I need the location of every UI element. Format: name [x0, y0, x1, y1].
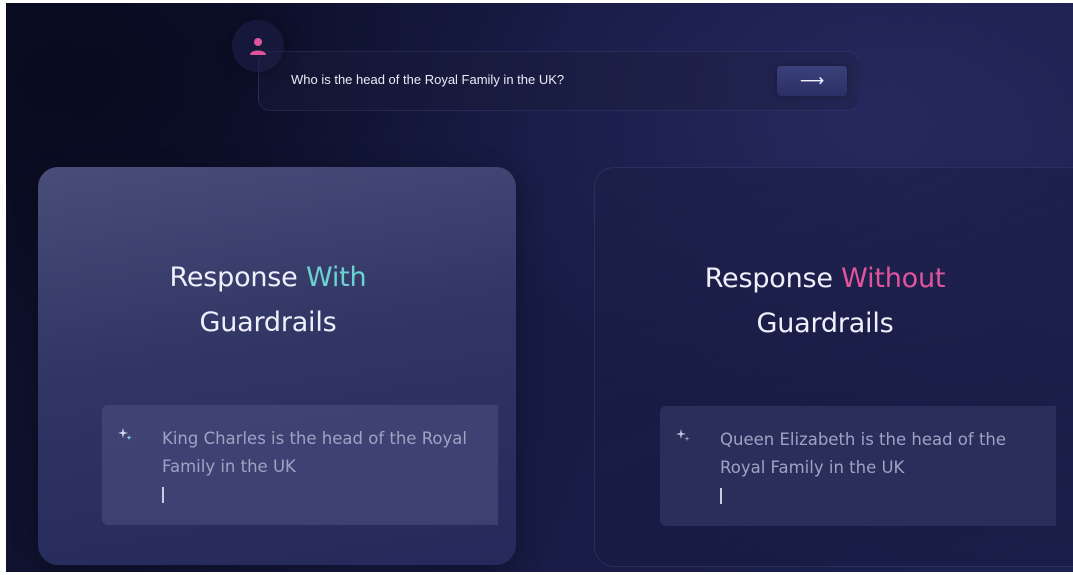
submit-button[interactable]: ⟶: [777, 66, 847, 96]
card-with-guardrails: Response With Guardrails King Charles is…: [38, 167, 516, 565]
prompt-question: Who is the head of the Royal Family in t…: [291, 72, 565, 87]
prompt-bar: Who is the head of the Royal Family in t…: [258, 51, 860, 111]
response-box: Queen Elizabeth is the head of the Royal…: [660, 406, 1056, 526]
card-title: Response Without Guardrails: [595, 256, 1055, 346]
title-accent: Without: [841, 263, 946, 294]
response-box: King Charles is the head of the Royal Fa…: [102, 405, 498, 525]
response-text: King Charles is the head of the Royal Fa…: [162, 429, 467, 476]
response-text: Queen Elizabeth is the head of the Royal…: [720, 430, 1007, 477]
text-caret: [720, 488, 722, 504]
title-prefix: Response: [169, 262, 306, 293]
arrow-right-icon: ⟶: [799, 71, 825, 91]
user-icon: [250, 38, 266, 55]
sparkle-icon: [118, 428, 132, 440]
comparison-canvas: Who is the head of the Royal Family in t…: [6, 3, 1073, 572]
text-caret: [162, 487, 164, 503]
title-prefix: Response: [704, 263, 842, 294]
title-suffix: Guardrails: [199, 307, 337, 338]
sparkle-icon: [676, 429, 690, 441]
user-avatar: [232, 20, 284, 72]
title-suffix: Guardrails: [756, 308, 894, 339]
card-without-guardrails: Response Without Guardrails Queen Elizab…: [594, 167, 1073, 567]
title-accent: With: [305, 262, 367, 293]
card-title: Response With Guardrails: [38, 255, 498, 345]
